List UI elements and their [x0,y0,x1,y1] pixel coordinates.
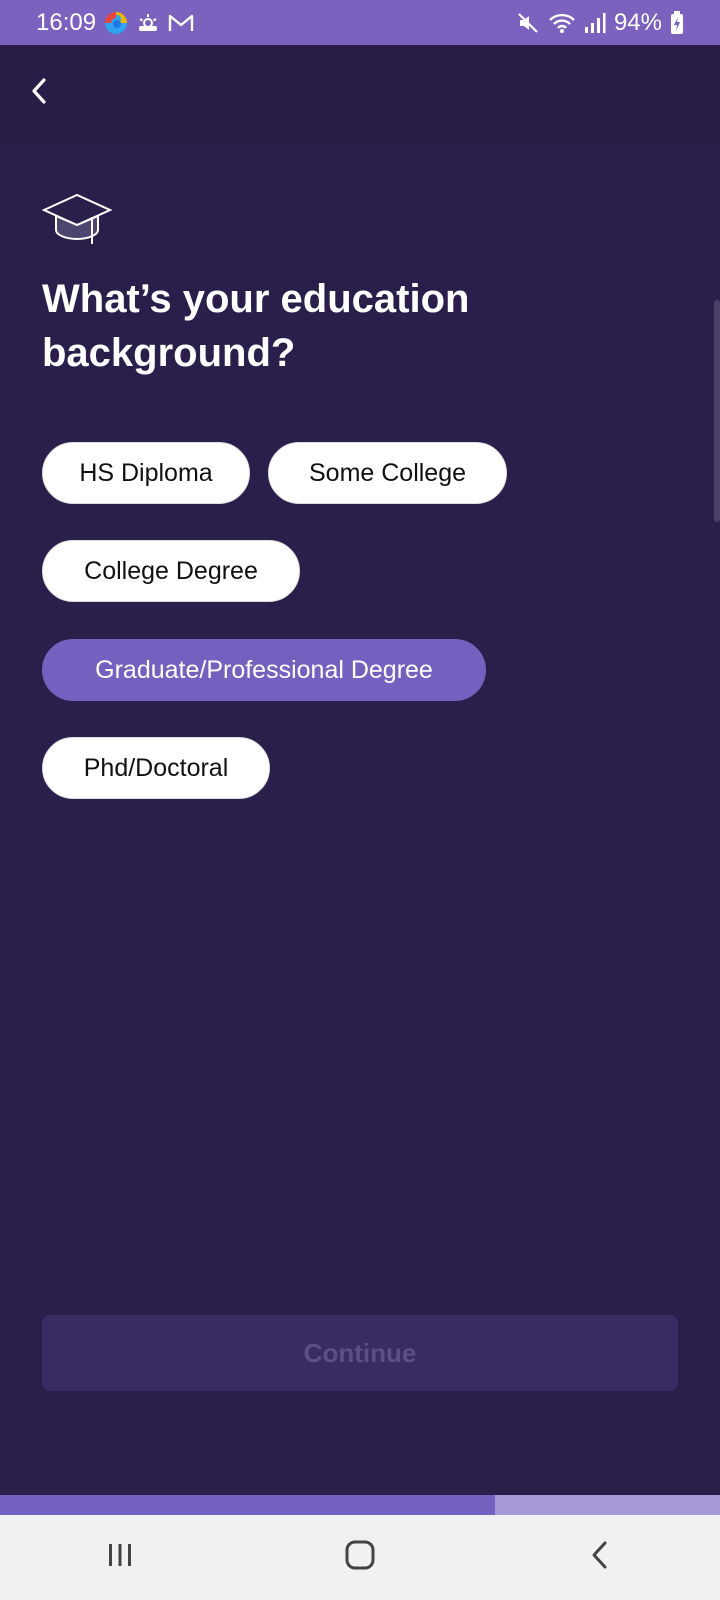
home-button[interactable] [330,1528,390,1588]
option-phd-doctoral[interactable]: Phd/Doctoral [42,737,270,799]
option-graduate-professional-degree[interactable]: Graduate/Professional Degree [42,639,486,701]
back-icon [588,1539,612,1576]
status-bar: 16:09 94% [0,0,720,45]
status-time: 16:09 [36,8,97,36]
back-button[interactable] [22,75,58,111]
status-left: 16:09 [36,9,194,37]
signal-icon [584,12,606,34]
battery-percent: 94% [613,8,662,36]
option-college-degree[interactable]: College Degree [42,540,300,602]
continue-button[interactable]: Continue [42,1315,678,1391]
edge-browser-icon [104,11,128,35]
option-label: College Degree [84,556,258,585]
option-label: Phd/Doctoral [83,753,229,782]
recent-apps-icon [105,1540,135,1575]
app-header [0,45,720,145]
system-nav-bar [0,1515,720,1600]
battery-charging-icon [670,10,684,35]
chevron-left-icon [28,76,52,111]
mute-icon [516,11,540,35]
gmail-icon [168,13,194,33]
option-hs-diploma[interactable]: HS Diploma [42,442,250,504]
weather-icon [136,11,160,35]
progress-fill [0,1495,496,1515]
wifi-icon [548,11,576,35]
page-title: What’s your education background? [42,277,470,375]
option-label: HS Diploma [79,458,213,487]
home-icon [344,1539,376,1576]
graduation-cap-icon [41,190,113,250]
option-label: Some College [308,458,467,487]
option-some-college[interactable]: Some College [268,442,507,504]
recent-apps-button[interactable] [90,1528,150,1588]
progress-bar [0,1495,720,1515]
option-label: Graduate/Professional Degree [95,655,433,684]
system-back-button[interactable] [570,1528,630,1588]
scrollbar-thumb[interactable] [714,300,720,522]
status-right: 94% [516,9,684,37]
